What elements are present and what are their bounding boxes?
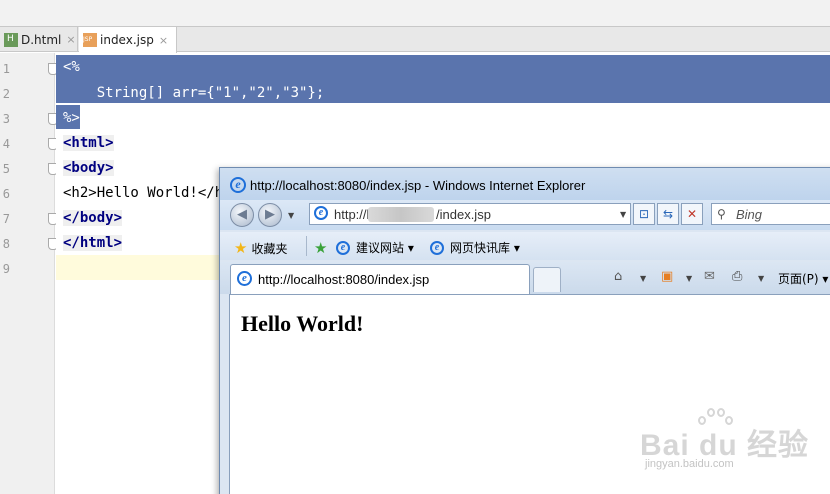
divider	[306, 236, 307, 256]
code-line-8: </html>	[63, 235, 123, 251]
search-icon: ⚲	[717, 207, 726, 221]
window-title: http://localhost:8080/index.jsp - Window…	[250, 178, 586, 193]
favorites-button[interactable]: ★ 收藏夹	[234, 239, 287, 257]
suggested-sites-link[interactable]: e 建议网站 ▾	[336, 239, 414, 256]
code-line-2: String[] arr={"1","2","3"};	[63, 85, 325, 101]
feeds-dropdown-icon[interactable]: ▼	[686, 274, 692, 283]
favorites-star-icon: ★	[234, 239, 248, 257]
fav-link-label: 网页快讯库 ▾	[450, 241, 520, 255]
print-dropdown-icon[interactable]: ▼	[758, 274, 764, 283]
baidu-jingyan-watermark: Bai du 经验 jingyan.baidu.com	[640, 408, 810, 478]
address-suffix: /index.jsp	[436, 207, 491, 222]
html-file-icon	[4, 32, 18, 47]
line-number: 7	[2, 212, 10, 226]
line-gutter: 1 2 3 4 5 6 7 8 9	[0, 53, 58, 494]
code-line-3: %>	[63, 110, 80, 126]
search-input[interactable]: ⚲ Bing	[711, 203, 830, 225]
line-number: 3	[2, 112, 10, 126]
code-line-4: <html>	[63, 135, 114, 151]
new-tab-button[interactable]	[533, 267, 561, 292]
watermark-url: jingyan.baidu.com	[645, 458, 734, 470]
home-icon[interactable]: ⌂	[614, 269, 622, 284]
add-favorite-button[interactable]: ★	[314, 239, 331, 257]
line-number: 4	[2, 137, 10, 151]
recent-pages-dropdown-icon[interactable]: ▼	[288, 211, 294, 220]
print-icon[interactable]: ⎙	[732, 269, 742, 284]
ie-page-icon: e	[336, 240, 350, 255]
jsp-file-icon	[83, 33, 97, 47]
browser-tab-label: http://localhost:8080/index.jsp	[258, 272, 430, 287]
line-number: 9	[2, 262, 10, 276]
page-icon: e	[314, 206, 328, 220]
ie-page-icon: e	[430, 240, 444, 255]
page-heading: Hello World!	[241, 311, 364, 336]
redacted-host	[368, 207, 434, 222]
line-number: 2	[2, 87, 10, 101]
line-number: 1	[2, 62, 10, 76]
refresh-button[interactable]: ⇆	[657, 203, 679, 225]
code-line-7: </body>	[63, 210, 123, 226]
feeds-icon[interactable]: ▣	[661, 269, 673, 284]
fav-link-label: 建议网站 ▾	[356, 241, 414, 255]
favorites-label: 收藏夹	[251, 241, 288, 256]
browser-tab-active[interactable]: e http://localhost:8080/index.jsp	[230, 264, 530, 294]
address-input[interactable]: e http://lo /index.jsp ▼	[309, 203, 631, 225]
add-favorite-icon: ★	[314, 239, 328, 257]
line-number: 6	[2, 187, 10, 201]
address-dropdown-icon[interactable]: ▼	[620, 210, 626, 219]
tab-label: D.html	[21, 32, 62, 47]
close-icon[interactable]: ×	[66, 33, 75, 46]
code-line-6: <h2>Hello World!</h2>	[63, 185, 241, 201]
search-placeholder: Bing	[736, 207, 763, 222]
home-dropdown-icon[interactable]: ▼	[640, 274, 646, 283]
web-slice-gallery-link[interactable]: e 网页快讯库 ▾	[430, 239, 520, 256]
ie-logo-icon: e	[230, 177, 246, 193]
window-titlebar[interactable]: e http://localhost:8080/index.jsp - Wind…	[220, 168, 830, 204]
forward-button[interactable]: ▶	[258, 203, 282, 227]
code-line-1: <%	[63, 59, 80, 75]
code-line-5: <body>	[63, 160, 114, 176]
tab-label: index.jsp	[100, 33, 154, 47]
editor-tab-bar: D.html × index.jsp ×	[0, 26, 830, 53]
page-menu-button[interactable]: 页面(P) ▾	[778, 270, 828, 287]
compatibility-view-button[interactable]: ⊡	[633, 203, 655, 225]
line-number: 8	[2, 237, 10, 251]
tab-index-jsp[interactable]: index.jsp ×	[79, 27, 177, 53]
tab-d-html[interactable]: D.html ×	[0, 27, 78, 52]
back-button[interactable]: ◀	[230, 203, 254, 227]
ie-page-icon: e	[237, 271, 252, 286]
close-icon[interactable]: ×	[159, 34, 168, 47]
stop-button[interactable]: ✕	[681, 203, 703, 225]
favorites-bar	[220, 232, 830, 260]
line-number: 5	[2, 162, 10, 176]
ide-toolbar-area	[0, 0, 830, 26]
mail-icon[interactable]: ✉	[704, 269, 715, 284]
